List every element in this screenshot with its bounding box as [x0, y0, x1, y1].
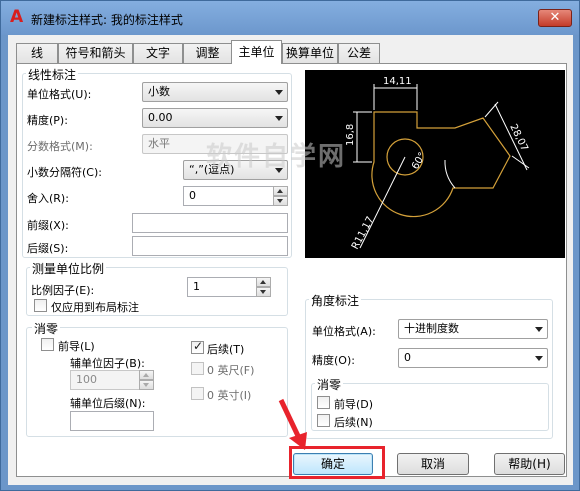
round-off-label: 舍入(R): — [27, 192, 69, 205]
tab-text[interactable]: 文字 — [133, 43, 183, 63]
fraction-format-label: 分数格式(M): — [27, 140, 93, 153]
angular-unit-format-label: 单位格式(A): — [312, 325, 376, 338]
scale-factor-label: 比例因子(E): — [31, 284, 95, 297]
scale-group-title: 测量单位比例 — [30, 260, 107, 277]
window-title: 新建标注样式: 我的标注样式 — [31, 13, 183, 27]
ext-line-right-top — [484, 101, 499, 118]
annotation-arrow-icon — [278, 398, 307, 450]
unit-format-label: 单位格式(U): — [27, 88, 92, 101]
leading-zero-label: 前导(L) — [58, 340, 95, 353]
preview-dim-top: 14,11 — [383, 76, 412, 87]
zero-inches-label: 0 英寸(I) — [207, 389, 252, 402]
sub-unit-factor-label: 辅单位因子(B): — [70, 357, 145, 370]
layout-only-label: 仅应用到布局标注 — [51, 301, 139, 314]
preview-dim-angle: 60° — [410, 151, 428, 172]
decimal-separator-label: 小数分隔符(C): — [27, 166, 102, 179]
trailing-zero-label: 后续(T) — [207, 343, 245, 356]
zero-feet-checkbox[interactable] — [191, 362, 204, 375]
zero-suppression-title: 消零 — [32, 320, 61, 337]
round-off-spinner[interactable] — [273, 186, 288, 206]
angular-leading-zero-checkbox[interactable] — [317, 396, 330, 409]
trailing-zero-checkbox[interactable] — [191, 339, 204, 354]
angular-precision-value: 0 — [404, 351, 411, 364]
sub-unit-factor-spinner[interactable] — [139, 370, 154, 390]
cancel-button[interactable]: 取消 — [397, 453, 469, 475]
precision-dropdown[interactable]: 0.00 — [142, 108, 288, 128]
angular-leading-zero-label: 前导(D) — [334, 398, 374, 411]
dim-arc-angle — [444, 159, 456, 189]
precision-value: 0.00 — [148, 111, 173, 124]
angular-group-title: 角度标注 — [309, 292, 362, 309]
angular-unit-format-dropdown[interactable]: 十进制度数 — [398, 319, 548, 339]
dialog-window: A 新建标注样式: 我的标注样式 ✕ 线 符号和箭头 文字 调整 主单位 换算单… — [0, 0, 580, 491]
preview-dim-right: 28,07 — [507, 122, 529, 153]
prefix-input[interactable] — [132, 213, 288, 233]
watermark: 软件自学网 — [206, 142, 347, 172]
sub-unit-suffix-label: 辅单位后缀(N): — [70, 397, 146, 410]
scale-factor-spinner[interactable] — [256, 277, 271, 297]
unit-format-dropdown[interactable]: 小数 — [142, 82, 288, 102]
help-button[interactable]: 帮助(H) — [494, 453, 565, 475]
zero-inches-checkbox[interactable] — [191, 387, 204, 400]
tab-tolerances[interactable]: 公差 — [338, 43, 380, 63]
angular-precision-dropdown[interactable]: 0 — [398, 348, 548, 368]
chevron-down-icon — [535, 327, 543, 332]
round-off-input[interactable]: 0 — [183, 186, 274, 206]
autocad-logo-icon: A — [10, 7, 24, 27]
preview-outline — [371, 111, 511, 218]
tab-alternate-units[interactable]: 换算单位 — [282, 43, 338, 63]
zero-feet-label: 0 英尺(F) — [207, 364, 255, 377]
tab-primary-units[interactable]: 主单位 — [231, 40, 282, 64]
chevron-down-icon — [275, 90, 283, 95]
ext-line-right-bottom — [511, 155, 530, 169]
tab-fit[interactable]: 调整 — [183, 43, 232, 63]
precision-label: 精度(P): — [27, 114, 68, 127]
sub-unit-factor-input[interactable]: 100 — [70, 370, 140, 390]
leading-zero-checkbox[interactable] — [41, 338, 54, 351]
tab-lines[interactable]: 线 — [16, 43, 58, 63]
angular-zero-suppression-title: 消零 — [315, 376, 344, 393]
scale-factor-input[interactable]: 1 — [187, 277, 257, 297]
spin-up-icon[interactable] — [139, 370, 154, 380]
angular-trailing-zero-label: 后续(N) — [334, 416, 373, 429]
suffix-input[interactable] — [132, 236, 288, 256]
chevron-down-icon — [535, 356, 543, 361]
unit-format-value: 小数 — [148, 85, 170, 98]
layout-only-checkbox[interactable] — [34, 299, 47, 312]
title-bar[interactable]: A 新建标注样式: 我的标注样式 ✕ — [1, 1, 579, 35]
spin-up-icon[interactable] — [256, 277, 271, 287]
fraction-format-value: 水平 — [148, 137, 170, 150]
sub-unit-suffix-input[interactable] — [70, 411, 154, 431]
preview-dim-left: 16,8 — [345, 124, 356, 146]
linear-group-title: 线性标注 — [26, 66, 79, 83]
angular-unit-format-value: 十进制度数 — [404, 322, 459, 335]
preview-dim-radius: R11,17 — [350, 215, 376, 252]
tab-symbols-arrows[interactable]: 符号和箭头 — [58, 43, 133, 63]
spin-down-icon[interactable] — [273, 196, 288, 206]
spin-down-icon[interactable] — [139, 380, 154, 390]
spin-down-icon[interactable] — [256, 287, 271, 297]
prefix-label: 前缀(X): — [27, 219, 69, 232]
spin-up-icon[interactable] — [273, 186, 288, 196]
angular-trailing-zero-checkbox[interactable] — [317, 414, 330, 427]
chevron-down-icon — [275, 116, 283, 121]
suffix-label: 后缀(S): — [27, 242, 69, 255]
close-button[interactable]: ✕ — [538, 9, 572, 27]
angular-precision-label: 精度(O): — [312, 354, 355, 367]
